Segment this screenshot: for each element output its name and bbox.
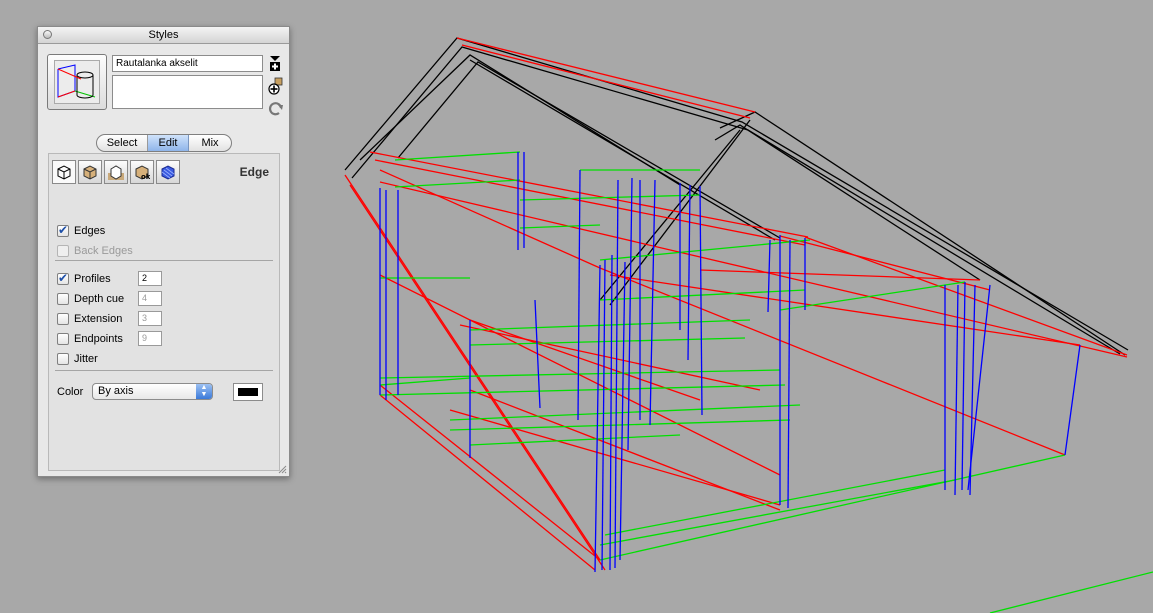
style-preview-icon — [57, 64, 96, 99]
resize-grip-icon[interactable] — [277, 464, 287, 474]
back-edges-option: Back Edges — [57, 244, 133, 258]
depth-cue-field[interactable]: 4 — [138, 291, 162, 306]
depth-cue-option[interactable]: Depth cue — [57, 292, 124, 306]
endpoints-field[interactable]: 9 — [138, 331, 162, 346]
endpoints-checkbox[interactable] — [57, 333, 69, 345]
edges-checkbox[interactable] — [57, 223, 69, 237]
style-name-field[interactable]: Rautalanka akselit — [112, 55, 263, 72]
tab-select[interactable]: Select — [97, 135, 148, 151]
svg-text:ok: ok — [141, 173, 150, 180]
watermark-settings-icon: ok — [135, 165, 150, 180]
tab-mix[interactable]: Mix — [189, 135, 231, 151]
styles-panel: Styles Rautalanka akselit Select Edit Mi… — [37, 26, 290, 477]
background-settings-tab[interactable] — [104, 160, 128, 184]
back-edges-checkbox — [57, 245, 69, 257]
color-mode-select[interactable]: By axis ▲ ▼ — [92, 383, 213, 400]
edit-settings-pane: ok Edge Edges Back Edges Profiles 2 — [48, 153, 280, 471]
swatch-fill — [238, 388, 258, 396]
background-settings-icon — [108, 165, 124, 180]
color-label: Color — [57, 386, 84, 398]
style-description-field[interactable] — [112, 75, 263, 109]
depth-cue-checkbox[interactable] — [57, 293, 69, 305]
edge-settings-tab[interactable] — [52, 160, 76, 184]
panel-title: Styles — [148, 29, 179, 41]
divider — [55, 370, 273, 371]
settings-category-tabs: ok — [52, 160, 182, 184]
edges-option[interactable]: Edges — [57, 223, 106, 238]
extension-option[interactable]: Extension — [57, 312, 122, 326]
tab-edit[interactable]: Edit — [148, 135, 189, 151]
section-title: Edge — [239, 165, 269, 179]
edges-label: Edges — [74, 225, 106, 237]
watermark-settings-tab[interactable]: ok — [130, 160, 154, 184]
modeling-settings-tab[interactable] — [156, 160, 180, 184]
create-new-style-icon — [268, 77, 283, 95]
jitter-option[interactable]: Jitter — [57, 352, 98, 366]
jitter-checkbox[interactable] — [57, 353, 69, 365]
close-button[interactable] — [43, 30, 52, 39]
profiles-label: Profiles — [74, 273, 111, 285]
profiles-width-field[interactable]: 2 — [138, 271, 162, 286]
style-thumbnail[interactable] — [47, 54, 107, 110]
create-style-button[interactable] — [268, 77, 283, 95]
color-mode-value: By axis — [98, 385, 134, 397]
profiles-checkbox[interactable] — [57, 271, 69, 285]
chevron-updown-icon: ▲ ▼ — [196, 384, 212, 399]
profiles-option[interactable]: Profiles — [57, 271, 111, 286]
refresh-icon — [269, 102, 283, 116]
update-style-button[interactable] — [268, 100, 283, 118]
extension-field[interactable]: 3 — [138, 311, 162, 326]
edge-settings-icon — [57, 165, 71, 180]
details-button[interactable] — [268, 54, 282, 72]
modeling-settings-icon — [161, 165, 175, 180]
details-menu-icon — [270, 56, 280, 71]
back-edges-label: Back Edges — [74, 245, 133, 257]
endpoints-label: Endpoints — [74, 333, 123, 345]
extension-label: Extension — [74, 313, 123, 325]
jitter-label: Jitter — [74, 353, 98, 365]
depth-cue-label: Depth cue — [74, 293, 125, 305]
endpoints-option[interactable]: Endpoints — [57, 332, 123, 346]
panel-titlebar[interactable]: Styles — [38, 27, 289, 44]
extension-checkbox[interactable] — [57, 313, 69, 325]
mode-segmented-control: Select Edit Mix — [96, 134, 232, 152]
color-swatch[interactable] — [233, 383, 263, 401]
wireframe-model — [344, 37, 1153, 613]
divider — [55, 260, 273, 261]
face-settings-icon — [83, 165, 97, 180]
face-settings-tab[interactable] — [78, 160, 102, 184]
